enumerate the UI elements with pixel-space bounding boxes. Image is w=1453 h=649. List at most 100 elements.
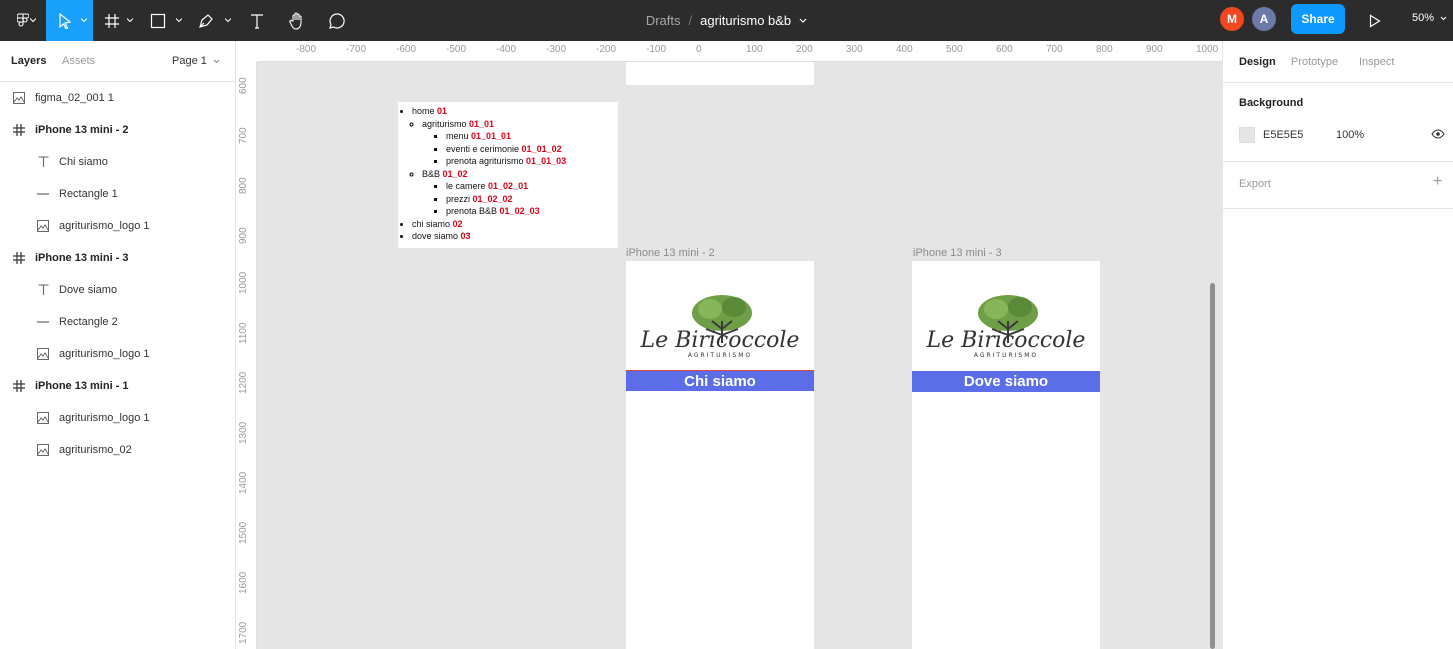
text-layer-icon — [36, 155, 50, 169]
avatar-m[interactable]: M — [1220, 7, 1244, 31]
background-opacity[interactable]: 100% — [1336, 129, 1364, 141]
hand-icon — [289, 11, 302, 30]
vertical-scrollbar[interactable] — [1210, 283, 1215, 649]
eye-icon[interactable] — [1431, 129, 1445, 139]
ruler-vertical: 600 700 800 900 1000 1100 1200 1300 1400 1500 1600… — [236, 41, 257, 649]
avatar-a[interactable]: A — [1252, 7, 1276, 31]
play-icon — [1369, 13, 1381, 28]
ruler-tick-label: 900 — [1146, 44, 1163, 55]
artboard-iphone-13-mini-1[interactable] — [626, 62, 814, 85]
layer-item[interactable]: Rectangle 1 — [0, 178, 235, 210]
figma-app: Drafts / agriturismo b&b M A Share 50% L… — [0, 0, 1453, 649]
svg-text:AGRITURISMO: AGRITURISMO — [688, 352, 752, 359]
main-menu-button[interactable] — [0, 0, 46, 41]
agriturismo-logo[interactable]: Le Biricoccole AGRITURISMO — [912, 291, 1100, 361]
add-export-button[interactable]: + — [1433, 173, 1442, 191]
chevron-down-icon — [81, 18, 87, 23]
layer-item[interactable]: agriturismo_logo 1 — [0, 210, 235, 242]
sitemap-bb: B&B 01_02 le camere 01_02_01 prezzi 01_0… — [422, 168, 618, 218]
frame-label-iphone-3[interactable]: iPhone 13 mini - 3 — [913, 247, 1002, 259]
ruler-tick-label: 200 — [796, 44, 813, 55]
ruler-horizontal: -800 -700 -600 -500 -400 -300 -200 -100 0 100 200 3… — [236, 41, 1222, 62]
breadcrumb-drafts[interactable]: Drafts — [646, 13, 681, 28]
artboard-iphone-13-mini-2[interactable]: Le Biricoccole AGRITURISMO Chi siamo — [626, 261, 814, 649]
rectangle-icon — [150, 13, 166, 28]
layer-label: agriturismo_02 — [59, 444, 132, 456]
tab-design[interactable]: Design — [1239, 56, 1276, 68]
ruler-tick-label: 1600 — [238, 571, 249, 594]
ruler-tick-label: 700 — [238, 127, 249, 144]
layer-label: agriturismo_logo 1 — [59, 348, 150, 360]
layers-panel: Layers Assets Page 1 figma_02_001 1 iPhon… — [0, 41, 236, 649]
ruler-tick-label: 1300 — [238, 421, 249, 444]
image-icon — [12, 91, 26, 105]
chevron-down-icon — [30, 18, 36, 23]
image-icon — [36, 443, 50, 457]
text-tool-icon — [251, 13, 263, 29]
zoom-level[interactable]: 50% — [1412, 12, 1447, 24]
tab-inspect[interactable]: Inspect — [1359, 56, 1394, 68]
layer-label: agriturismo_logo 1 — [59, 412, 150, 424]
zoom-value: 50% — [1412, 12, 1435, 24]
left-panel-tabs: Layers Assets Page 1 — [0, 41, 235, 82]
layer-item[interactable]: agriturismo_logo 1 — [0, 338, 235, 370]
pen-icon — [199, 13, 213, 28]
layer-label: Dove siamo — [59, 284, 118, 296]
page-selector[interactable]: Page 1 — [172, 55, 220, 67]
frame-tool-button[interactable] — [93, 0, 139, 41]
breadcrumb-separator: / — [688, 13, 693, 28]
shape-tool-button[interactable] — [139, 0, 187, 41]
sitemap-image[interactable]: home 01 agriturismo 01_01 menu 01_01_01 … — [398, 102, 618, 248]
pen-tool-button[interactable] — [187, 0, 235, 41]
agriturismo-logo[interactable]: Le Biricoccole AGRITURISMO — [626, 291, 814, 361]
layer-label: agriturismo_logo 1 — [59, 220, 150, 232]
layer-item[interactable]: iPhone 13 mini - 1 — [0, 370, 235, 402]
ruler-tick-label: 700 — [1046, 44, 1063, 55]
artboard-iphone-13-mini-3[interactable]: Le Biricoccole AGRITURISMO Dove siamo — [912, 261, 1100, 649]
layer-item[interactable]: Chi siamo — [0, 146, 235, 178]
export-heading: Export — [1239, 178, 1271, 190]
move-tool-button[interactable] — [46, 0, 93, 41]
file-name[interactable]: agriturismo b&b — [700, 13, 791, 28]
text-tool-button[interactable] — [242, 0, 272, 41]
layer-label: iPhone 13 mini - 1 — [35, 380, 129, 392]
layer-label: Rectangle 2 — [59, 316, 118, 328]
divider — [1223, 82, 1453, 83]
banner-chi-siamo[interactable]: Chi siamo — [626, 370, 814, 391]
banner-dove-siamo[interactable]: Dove siamo — [912, 371, 1100, 392]
layer-item[interactable]: agriturismo_02 — [0, 434, 235, 466]
svg-text:AGRITURISMO: AGRITURISMO — [974, 352, 1038, 359]
frame-label-iphone-2[interactable]: iPhone 13 mini - 2 — [626, 247, 715, 259]
line-icon — [36, 187, 50, 201]
text-layer-icon — [36, 283, 50, 297]
background-hex[interactable]: E5E5E5 — [1263, 129, 1303, 141]
layer-item[interactable]: Rectangle 2 — [0, 306, 235, 338]
layer-label: Chi siamo — [59, 156, 108, 168]
tab-prototype[interactable]: Prototype — [1291, 56, 1338, 68]
ruler-tick-label: 1700 — [238, 621, 249, 644]
layer-item[interactable]: agriturismo_logo 1 — [0, 402, 235, 434]
top-toolbar: Drafts / agriturismo b&b M A Share 50% — [0, 0, 1453, 41]
tab-layers[interactable]: Layers — [11, 55, 46, 67]
ruler-tick-label: 800 — [238, 177, 249, 194]
ruler-tick-label: 400 — [896, 44, 913, 55]
share-button[interactable]: Share — [1291, 4, 1345, 34]
figma-logo-icon — [17, 12, 29, 27]
svg-text:Le Biricoccole: Le Biricoccole — [640, 328, 800, 353]
comment-bubble-icon — [329, 12, 345, 29]
layer-item[interactable]: iPhone 13 mini - 2 — [0, 114, 235, 146]
ruler-tick-label: 600 — [996, 44, 1013, 55]
layer-item[interactable]: figma_02_001 1 — [0, 82, 235, 114]
file-menu-chevron[interactable] — [799, 18, 807, 24]
comment-tool-button[interactable] — [322, 0, 352, 41]
layer-item[interactable]: Dove siamo — [0, 274, 235, 306]
hand-tool-button[interactable] — [282, 0, 312, 41]
sitemap-chi-siamo: chi siamo 02 — [412, 218, 618, 231]
design-canvas[interactable]: home 01 agriturismo 01_01 menu 01_01_01 … — [236, 41, 1222, 649]
chevron-down-icon — [1440, 16, 1447, 21]
layer-item[interactable]: iPhone 13 mini - 3 — [0, 242, 235, 274]
tab-assets[interactable]: Assets — [62, 55, 95, 67]
present-button[interactable] — [1360, 0, 1390, 41]
background-swatch[interactable] — [1239, 127, 1255, 143]
svg-text:Le Biricoccole: Le Biricoccole — [926, 328, 1086, 353]
